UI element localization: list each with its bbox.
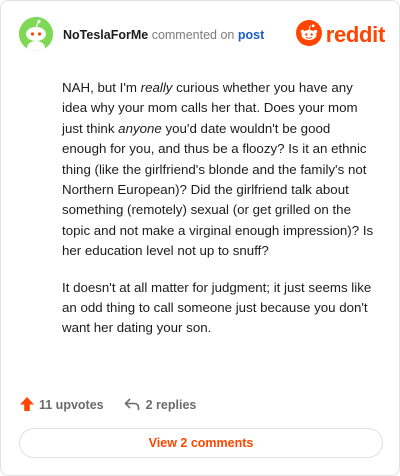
reddit-wordmark: reddit <box>325 22 386 47</box>
comment-paragraph: It doesn't at all matter for judgment; i… <box>62 278 378 339</box>
comment-embed-card: NoTeslaForMe commented on post reddit NA… <box>0 0 400 476</box>
username-link[interactable]: NoTeslaForMe <box>63 28 148 42</box>
comment-body: NAH, but I'm really curious whether you … <box>62 78 378 355</box>
view-comments-button[interactable]: View 2 comments <box>19 428 383 458</box>
reply-arrow-icon <box>124 397 146 414</box>
reddit-logo[interactable]: reddit <box>295 19 386 51</box>
upvote-button[interactable]: 11 upvotes <box>19 396 104 415</box>
emphasis-text: anyone <box>118 120 162 136</box>
snoo-avatar-icon[interactable] <box>19 17 53 51</box>
action-text: commented on <box>151 28 235 42</box>
header-text: NoTeslaForMe commented on post <box>63 28 264 42</box>
emphasis-text: really <box>140 80 173 95</box>
post-link[interactable]: post <box>238 28 264 42</box>
comment-footer: 11 upvotes 2 replies <box>19 395 196 415</box>
replies-count: 2 replies <box>145 398 197 412</box>
upvote-count: 11 upvotes <box>39 398 104 412</box>
comment-text: you'd date wouldn't be good enough for y… <box>62 120 374 259</box>
comment-paragraph: NAH, but I'm really curious whether you … <box>62 78 378 262</box>
upvote-arrow-icon <box>19 396 39 415</box>
reddit-alien-icon <box>295 19 322 51</box>
comment-text: It doesn't at all matter for judgment; i… <box>62 279 372 336</box>
comment-text: NAH, but I'm <box>62 80 141 95</box>
replies-button[interactable]: 2 replies <box>124 397 197 414</box>
view-comments-label: View 2 comments <box>148 436 254 450</box>
comment-header: NoTeslaForMe commented on post reddit <box>19 17 385 53</box>
